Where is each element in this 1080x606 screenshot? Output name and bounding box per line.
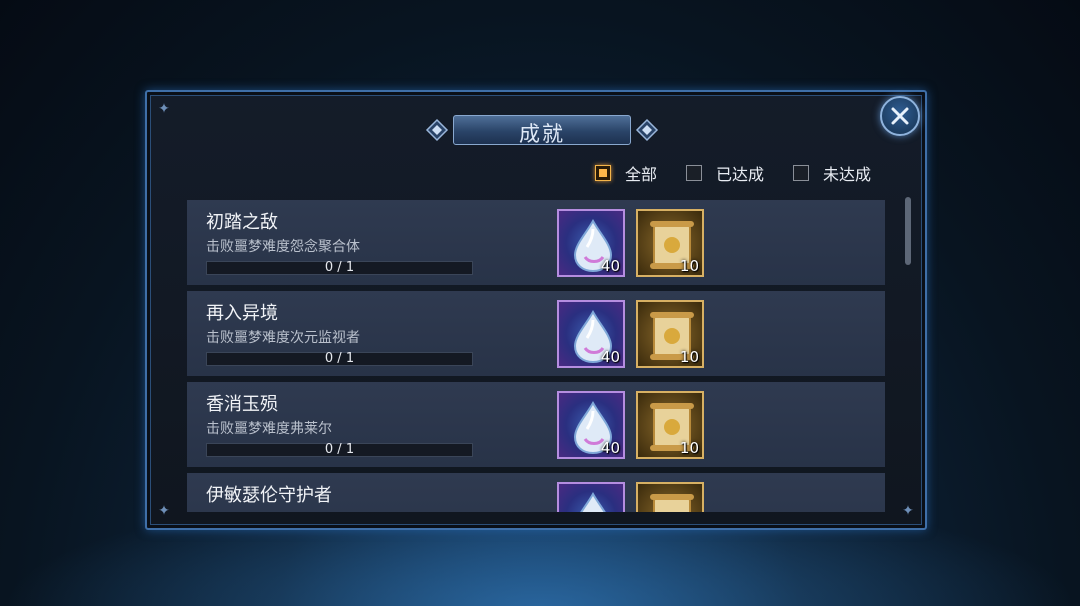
filter-group: 全部 已达成 未达成 [595, 162, 900, 184]
filter-label: 全部 [625, 165, 658, 184]
corner-ornament-icon: ✦ [158, 503, 170, 519]
filter-label: 未达成 [823, 165, 872, 184]
achievement-name: 初踏之敌 [206, 212, 278, 233]
achievement-list[interactable]: 初踏之敌 击败噩梦难度怨念聚合体 0 / 1 40 10 再入异境 击败噩梦难度… [187, 200, 885, 512]
progress-text: 0 / 1 [324, 442, 355, 457]
achievement-row: 初踏之敌 击败噩梦难度怨念聚合体 0 / 1 40 10 [187, 200, 885, 285]
achievement-row: 香消玉殒 击败噩梦难度弗莱尔 0 / 1 40 10 [187, 382, 885, 467]
close-icon [891, 107, 909, 125]
checkbox-unchecked[interactable] [686, 165, 703, 181]
checkbox-checked[interactable] [595, 165, 611, 181]
reward-qty: 40 [600, 439, 620, 457]
close-button[interactable] [880, 96, 920, 136]
corner-ornament-icon: ✦ [902, 503, 914, 519]
progress-bar: 0 / 1 [206, 260, 473, 275]
achievement-name: 伊敏瑟伦守护者 [206, 485, 332, 506]
achievement-row: 伊敏瑟伦守护者 [187, 473, 885, 512]
progress-text: 0 / 1 [324, 260, 355, 275]
title-plate: 成就 [419, 112, 665, 148]
progress-text: 0 / 1 [324, 351, 355, 366]
corner-ornament-icon: ✦ [158, 101, 170, 117]
reward-qty: 10 [679, 257, 699, 275]
achievement-desc: 击败噩梦难度次元监视者 [206, 330, 360, 346]
reward-gold-scroll[interactable]: 10 [636, 300, 704, 368]
reward-crystal-gem[interactable] [557, 482, 625, 512]
filter-label: 已达成 [716, 165, 765, 184]
crystal-gem-icon [580, 491, 606, 512]
achievement-name: 香消玉殒 [206, 394, 278, 415]
scrollbar-thumb[interactable] [905, 197, 911, 265]
reward-qty: 10 [679, 348, 699, 366]
reward-crystal-gem[interactable]: 40 [557, 391, 625, 459]
reward-qty: 10 [679, 439, 699, 457]
window-title: 成就 [519, 122, 565, 146]
reward-qty: 40 [600, 257, 620, 275]
filter-completed[interactable]: 已达成 [686, 162, 764, 184]
gold-scroll-icon [650, 494, 694, 512]
achievement-desc: 击败噩梦难度怨念聚合体 [206, 239, 360, 255]
reward-qty: 40 [600, 348, 620, 366]
reward-crystal-gem[interactable]: 40 [557, 300, 625, 368]
checkbox-unchecked[interactable] [793, 165, 810, 181]
achievement-name: 再入异境 [206, 303, 278, 324]
filter-all[interactable]: 全部 [595, 162, 657, 184]
reward-gold-scroll[interactable]: 10 [636, 391, 704, 459]
reward-gold-scroll[interactable] [636, 482, 704, 512]
reward-crystal-gem[interactable]: 40 [557, 209, 625, 277]
achievement-desc: 击败噩梦难度弗莱尔 [206, 421, 332, 437]
progress-bar: 0 / 1 [206, 442, 473, 457]
progress-bar: 0 / 1 [206, 351, 473, 366]
filter-incomplete[interactable]: 未达成 [793, 162, 871, 184]
achievement-row: 再入异境 击败噩梦难度次元监视者 0 / 1 40 10 [187, 291, 885, 376]
reward-gold-scroll[interactable]: 10 [636, 209, 704, 277]
